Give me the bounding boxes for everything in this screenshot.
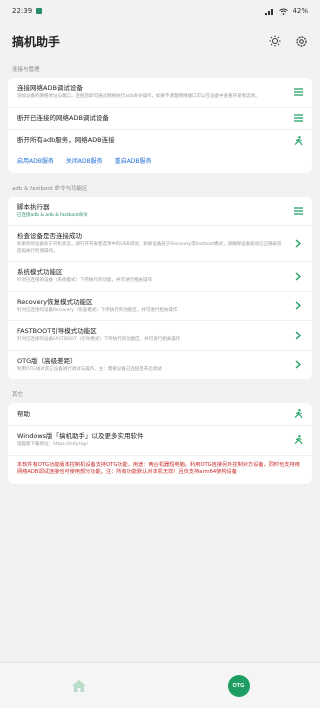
windows-version-row[interactable]: Windows版「搞机助手」以及更多实用软件 电脑版下载地址：https://l… <box>8 426 312 456</box>
menu-icon[interactable] <box>293 207 303 215</box>
card-adb-functions: 脚本执行器 已连接adb & adb & fastboot命令 检查设备是否连接… <box>8 196 312 380</box>
app-title: 搞机助手 <box>12 34 61 49</box>
restart-adb-link[interactable]: 重启ADB服务 <box>115 156 152 165</box>
system-mode-row[interactable]: 系统模式功能区 针对已连接的设备（系统模式）下所执行的功能，并可进行相关操作 <box>8 262 312 292</box>
app-bar: 搞机助手 <box>0 22 320 60</box>
menu-icon[interactable] <box>293 114 303 122</box>
brightness-icon[interactable] <box>269 35 281 47</box>
row-title: FASTBOOT引导模式功能区 <box>17 327 97 335</box>
row-desc: 针对已连接的设备（系统模式）下所执行的功能，并可进行相关操作 <box>17 278 152 283</box>
chevron-right-icon[interactable] <box>295 239 301 248</box>
check-device-row[interactable]: 检查设备是否连接成功 如果你的设备处于开机状态，请打开开发者选项中的USB调试；… <box>8 226 312 262</box>
section-label-other: 其它 <box>12 392 24 398</box>
chevron-right-icon[interactable] <box>295 301 301 310</box>
row-title: OTG版（高级差距） <box>17 356 77 365</box>
chevron-right-icon[interactable] <box>295 331 301 340</box>
battery-level: 42% <box>292 7 308 15</box>
row-title: 检查设备是否连接成功 <box>17 232 82 240</box>
stop-adb-link[interactable]: 关闭ADB服务 <box>66 156 103 165</box>
row-title: 连接网络ADB调试设备 <box>17 84 83 92</box>
home-icon[interactable] <box>71 679 87 693</box>
fastboot-mode-row[interactable]: FASTBOOT引导模式功能区 针对已连接的设备FASTBOOT（引导模式）下所… <box>8 321 312 351</box>
card-connection: 连接网络ADB调试设备 添加设备的网络地址与端口，连接后即可通过网络执行adb命… <box>8 78 312 173</box>
row-title: Windows版「搞机助手」以及更多实用软件 <box>17 432 144 440</box>
run-icon[interactable] <box>294 409 303 419</box>
section-label-connection: 连接与管理 <box>12 67 40 73</box>
run-icon[interactable] <box>294 135 303 146</box>
disconnect-all-adb-row[interactable]: 断开所有adb服务，网络ADB连接 <box>8 130 312 152</box>
bottom-nav: OTG <box>0 662 320 708</box>
wifi-icon <box>279 8 289 15</box>
adb-service-links: 启用ADB服务 关闭ADB服务 重启ADB服务 <box>8 152 312 173</box>
row-title: 脚本执行器 <box>17 202 50 211</box>
disconnect-network-adb-row[interactable]: 断开已连接的网络ADB调试设备 <box>8 108 312 130</box>
signal-icon <box>265 8 274 15</box>
notification-icon <box>36 8 43 14</box>
recovery-mode-row[interactable]: Recovery恢复模式功能区 针对已连接的设备Recovery（恢复模式）下所… <box>8 292 312 321</box>
chevron-right-icon[interactable] <box>295 272 301 281</box>
row-title: 断开所有adb服务，网络ADB连接 <box>17 136 115 144</box>
connect-network-adb-row[interactable]: 连接网络ADB调试设备 添加设备的网络地址与端口，连接后即可通过网络执行adb命… <box>8 78 312 108</box>
row-desc: 针对已连接的设备FASTBOOT（引导模式）下所执行的功能区，并可进行相关操作 <box>17 337 181 342</box>
card-other: 帮助 Windows版「搞机助手」以及更多实用软件 电脑版下载地址：https:… <box>8 403 312 484</box>
row-title: Recovery恢复模式功能区 <box>17 297 93 306</box>
row-desc: 如果你的设备处于开机状态，请打开开发者选项中的USB调试；如果设备处于Recov… <box>17 242 282 254</box>
start-adb-link[interactable]: 启用ADB服务 <box>17 156 54 165</box>
row-title: 系统模式功能区 <box>17 268 63 276</box>
gear-icon[interactable] <box>295 35 308 48</box>
row-desc: 针对已连接的设备Recovery（恢复模式）下所执行的功能区，并可进行相关操作 <box>17 307 178 313</box>
otg-button[interactable]: OTG <box>227 674 250 697</box>
row-desc: 利用OTG线对其它设备进行调试与操作，主：需要设备已连接且开启调试 <box>17 366 162 372</box>
menu-icon[interactable] <box>293 88 303 96</box>
section-label-adb: adb & fastboot 命令与功能区 <box>12 185 88 192</box>
row-desc: 添加设备的网络地址与端口，连接后即可通过网络执行adb命令操作，如果不清楚网络端… <box>17 94 260 99</box>
script-executor-row[interactable]: 脚本执行器 已连接adb & adb & fastboot命令 <box>8 197 312 226</box>
row-title: 帮助 <box>17 409 30 418</box>
status-time: 22:39 <box>12 7 33 15</box>
run-icon[interactable] <box>294 435 303 445</box>
row-desc: 已连接adb & adb & fastboot命令 <box>17 212 88 218</box>
row-title: 断开已连接的网络ADB调试设备 <box>17 113 109 122</box>
otg-warning-note: 本软件有OTG功能版本控制机设备支持OTG功能，用途：两台机器短电脑。利用OTG… <box>17 461 300 475</box>
status-bar: 22:39 42% <box>0 0 320 22</box>
chevron-right-icon[interactable] <box>295 360 301 369</box>
help-row[interactable]: 帮助 <box>8 403 312 426</box>
otg-mode-row[interactable]: OTG版（高级差距） 利用OTG线对其它设备进行调试与操作，主：需要设备已连接且… <box>8 351 312 380</box>
row-desc: 电脑版下载地址：https://lsdy.top/ <box>17 442 88 447</box>
